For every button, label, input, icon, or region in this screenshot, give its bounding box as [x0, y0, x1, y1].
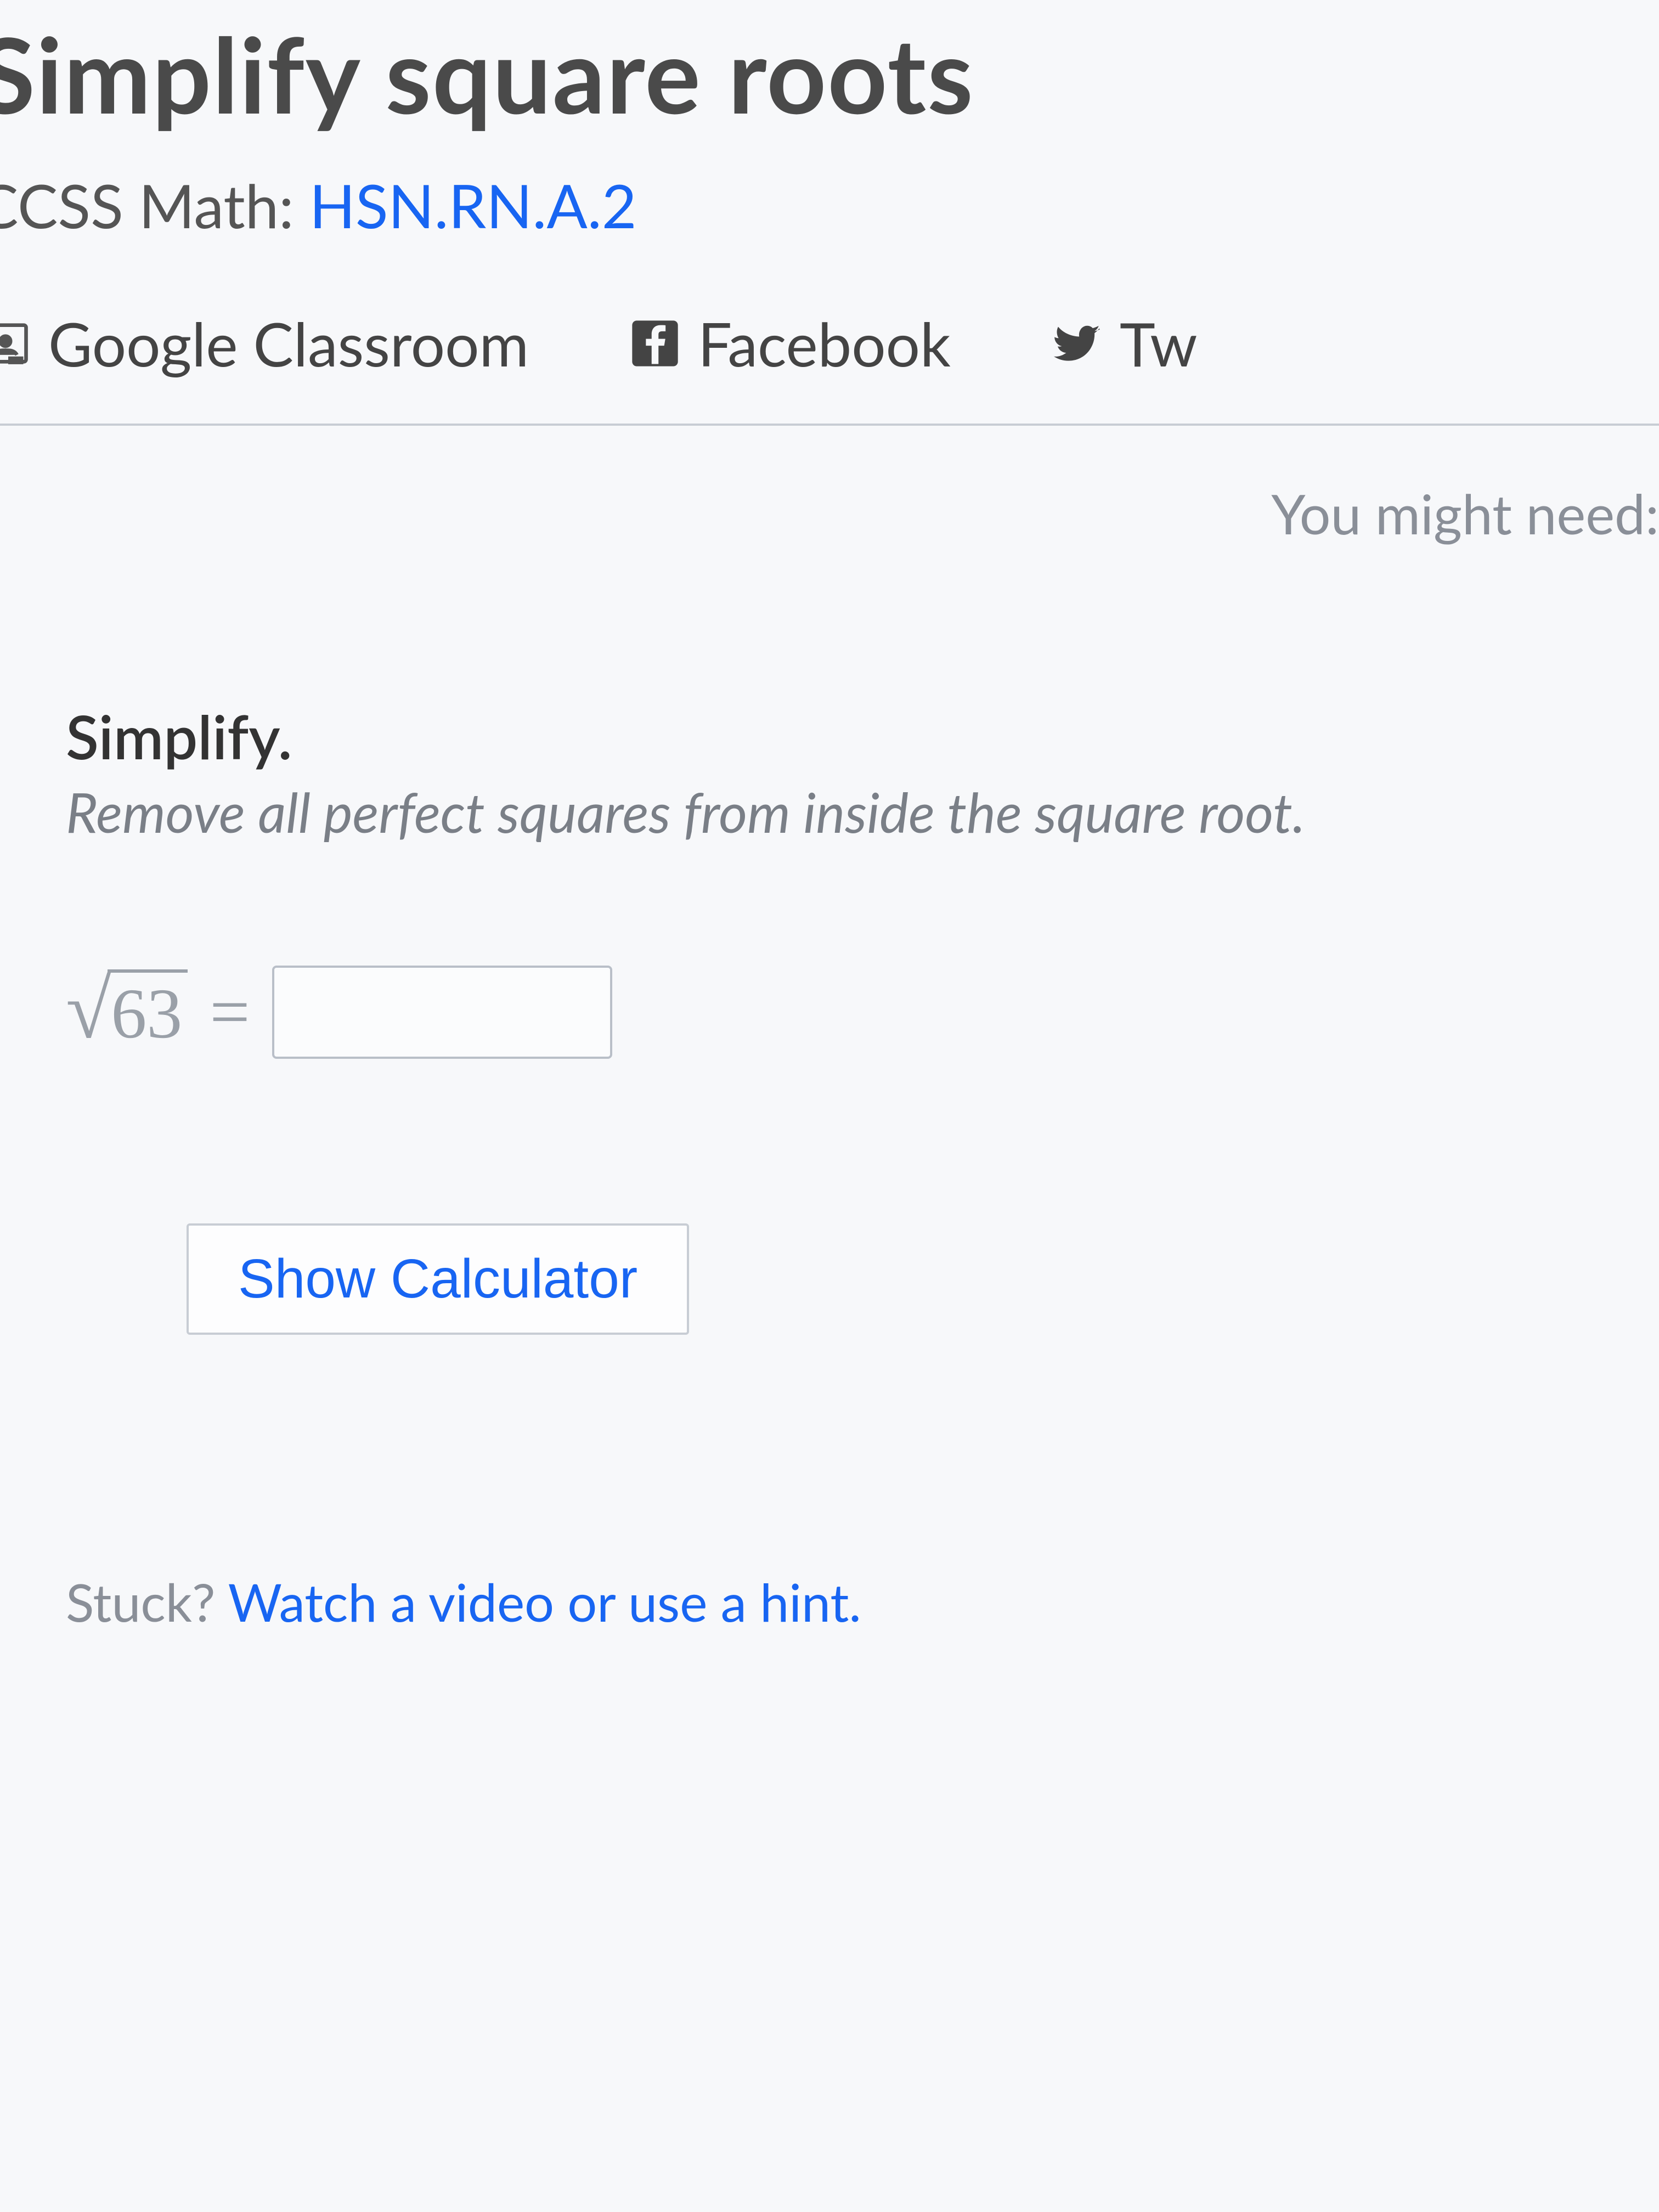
radicand-value: 63 — [108, 969, 188, 1055]
stuck-link[interactable]: Watch a video or use a hint. — [228, 1571, 861, 1633]
radical-symbol: √ — [66, 981, 111, 1039]
share-facebook[interactable]: Facebook — [628, 307, 951, 380]
equals-sign: = — [210, 971, 250, 1053]
answer-input[interactable] — [272, 966, 612, 1059]
google-classroom-icon — [0, 316, 33, 371]
prompt-title: Simplify. — [66, 700, 1659, 772]
twitter-icon — [1049, 316, 1104, 371]
prompt-instruction: Remove all perfect squares from inside t… — [66, 779, 1659, 845]
show-calculator-button[interactable]: Show Calculator — [187, 1223, 689, 1335]
equation-row: √ 63 = — [66, 966, 1659, 1059]
stuck-prefix: Stuck? — [66, 1571, 228, 1633]
share-google-classroom[interactable]: Google Classroom — [0, 307, 529, 380]
share-twitter[interactable]: Tw — [1049, 307, 1198, 380]
radical-expression: √ 63 — [66, 969, 188, 1055]
you-might-need-label: You might need: — [0, 481, 1659, 546]
standard-code-link[interactable]: HSN.RN.A.2 — [309, 169, 637, 241]
standard-row: CCSS Math: HSN.RN.A.2 — [0, 169, 1659, 241]
share-row: Google Classroom Facebook Tw — [0, 307, 1659, 426]
share-facebook-label: Facebook — [698, 307, 951, 380]
standard-label: CCSS Math: — [0, 169, 309, 241]
share-google-classroom-label: Google Classroom — [48, 307, 529, 380]
page-title: Simplify square roots — [0, 11, 1659, 136]
facebook-icon — [628, 316, 682, 371]
share-twitter-label: Tw — [1120, 307, 1198, 380]
question-prompt: Simplify. Remove all perfect squares fro… — [66, 700, 1659, 845]
stuck-row: Stuck? Watch a video or use a hint. — [66, 1571, 1659, 1633]
